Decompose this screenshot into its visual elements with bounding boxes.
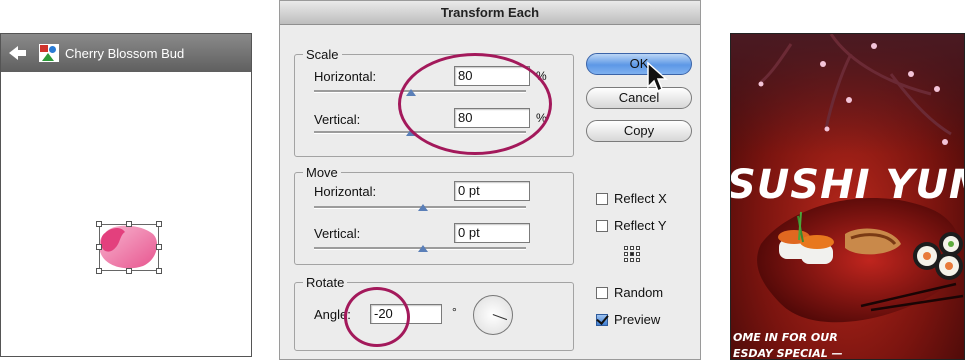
dialog-title: Transform Each [280,1,700,25]
scale-group: Scale [294,47,574,157]
angle-dial[interactable] [473,295,513,335]
move-group: Move [294,165,574,265]
scale-vertical-slider[interactable] [314,131,526,134]
move-vertical-field[interactable]: 0 pt [454,223,530,243]
reflect-x-checkbox[interactable]: Reflect X [596,191,667,206]
scale-vertical-label: Vertical: [314,112,361,127]
cherry-blossom-bud[interactable] [1,72,251,352]
reflect-y-box[interactable] [596,219,608,232]
scale-horizontal-unit: % [536,69,547,83]
resize-handle[interactable] [156,221,162,227]
symbol-edit-panel: Cherry Blossom Bud [0,33,252,357]
scale-horizontal-slider[interactable] [314,90,526,93]
resize-handle[interactable] [96,221,102,227]
reflect-x-box[interactable] [596,192,608,205]
resize-handle[interactable] [156,244,162,250]
preview-checkbox[interactable]: Preview [596,312,660,327]
scale-horizontal-label: Horizontal: [314,69,377,84]
resize-handle[interactable] [96,244,102,250]
reference-point-locator[interactable] [624,246,640,262]
copy-button[interactable]: Copy [586,120,692,142]
cancel-button[interactable]: Cancel [586,87,692,109]
move-horizontal-field[interactable]: 0 pt [454,181,530,201]
rotate-legend: Rotate [306,275,345,290]
preview-box[interactable] [596,313,608,326]
poster-tagline: OME IN FOR OUR ESDAY SPECIAL — [733,330,933,360]
mouse-cursor-icon [647,61,668,93]
symbol-name: Cherry Blossom Bud [65,45,185,61]
poster-title: SUSHI YUM [730,162,964,208]
scale-vertical-unit: % [536,111,547,125]
sushi-poster-artwork: SUSHI YUM OME IN FOR OUR ESDAY SPECIAL — [730,33,965,360]
scale-vertical-slider-thumb[interactable] [406,129,416,136]
selection-bounding-box[interactable] [96,221,162,274]
resize-handle[interactable] [126,268,132,274]
reflect-y-checkbox[interactable]: Reflect Y [596,218,667,233]
ok-button[interactable]: OK [586,53,692,75]
preview-label: Preview [614,312,661,327]
reflect-x-label: Reflect X [614,191,667,206]
degree-symbol: ° [452,305,457,319]
random-checkbox[interactable]: Random [596,285,663,300]
rotate-angle-label: Angle: [314,307,351,322]
back-arrow-icon[interactable] [7,42,29,64]
move-legend: Move [306,165,338,180]
random-label: Random [614,285,664,300]
symbol-edit-header: Cherry Blossom Bud [1,34,251,72]
move-horizontal-slider-thumb[interactable] [418,204,428,211]
random-box[interactable] [596,286,608,299]
rotate-angle-field[interactable]: -20 [370,304,442,324]
reflect-y-label: Reflect Y [614,218,667,233]
resize-handle[interactable] [156,268,162,274]
symbol-artboard [1,72,251,356]
poster-tagline-line-2: ESDAY SPECIAL — [733,347,843,360]
scale-horizontal-slider-thumb[interactable] [406,89,416,96]
move-vertical-label: Vertical: [314,226,361,241]
move-horizontal-label: Horizontal: [314,184,377,199]
resize-handle[interactable] [126,221,132,227]
move-vertical-slider-thumb[interactable] [418,245,428,252]
scale-legend: Scale [306,47,339,62]
scale-horizontal-field[interactable]: 80 [454,66,530,86]
transform-each-dialog: Transform Each Scale Horizontal: 80 % Ve… [279,0,701,360]
symbol-icon [39,44,59,62]
scale-vertical-field[interactable]: 80 [454,108,530,128]
resize-handle[interactable] [96,268,102,274]
poster-tagline-line-1: OME IN FOR OUR [733,331,838,344]
